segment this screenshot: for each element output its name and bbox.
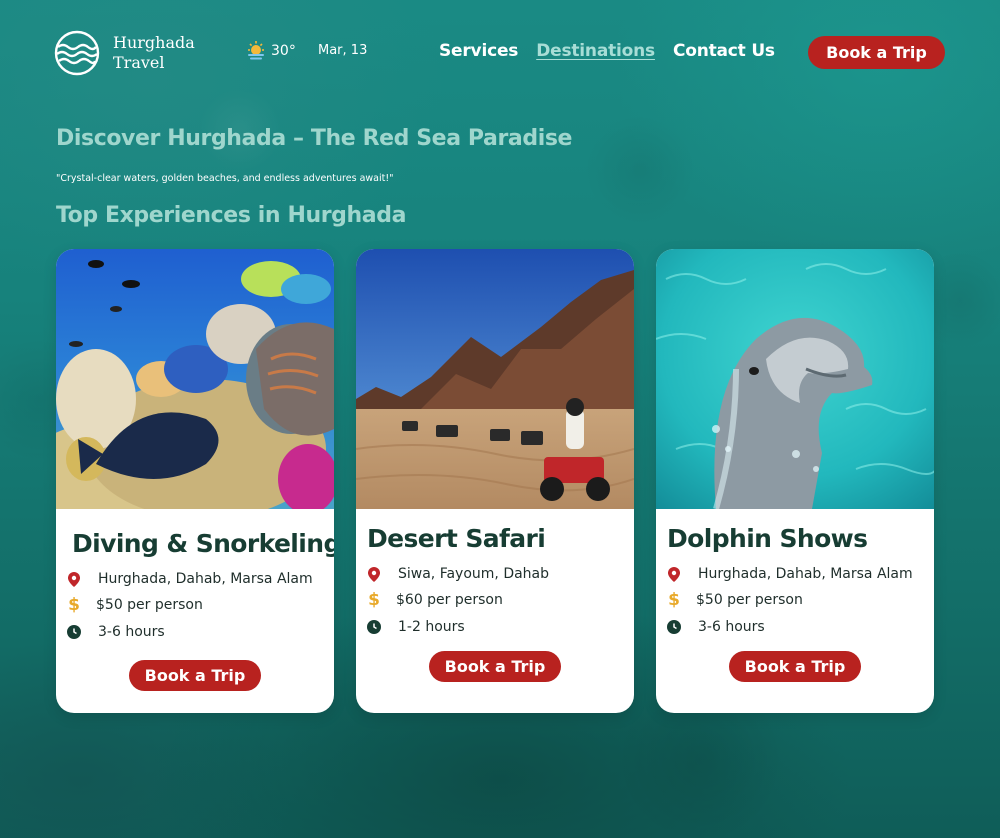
wave-logo-icon: [54, 30, 100, 76]
duration-row: 1-2 hours: [366, 619, 465, 635]
card-body: Diving & Snorkeling Hurghada, Dahab, Mar…: [56, 509, 334, 713]
nav-contact-us[interactable]: Contact Us: [673, 41, 775, 61]
book-trip-button[interactable]: Book a Trip: [729, 651, 861, 682]
site-header: Hurghada Travel 30° Mar, 13 Services Des…: [0, 0, 1000, 105]
current-date: Mar, 13: [318, 43, 368, 58]
price-row: $ $50 per person: [66, 595, 203, 615]
main-nav: Services Destinations Contact Us: [439, 41, 775, 61]
price-text: $50 per person: [96, 597, 203, 613]
nav-services[interactable]: Services: [439, 41, 518, 61]
clock-icon: [66, 624, 82, 640]
card-title: Dolphin Shows: [667, 524, 868, 553]
location-pin-icon: [366, 566, 382, 582]
clock-icon: [666, 619, 682, 635]
locations-text: Siwa, Fayoum, Dahab: [398, 566, 550, 582]
price-text: $60 per person: [396, 592, 503, 608]
dollar-icon: $: [668, 590, 680, 610]
temperature: 30°: [271, 43, 296, 59]
experience-card-desert-safari[interactable]: Desert Safari Siwa, Fayoum, Dahab $ $60 …: [356, 249, 634, 713]
brand-name: Hurghada Travel: [113, 33, 195, 73]
desert-safari-photo: [356, 249, 634, 509]
book-trip-button[interactable]: Book a Trip: [129, 660, 261, 691]
location-row: Siwa, Fayoum, Dahab: [366, 566, 549, 582]
location-pin-icon: [66, 571, 82, 587]
dolphin-photo: [656, 249, 934, 509]
location-row: Hurghada, Dahab, Marsa Alam: [66, 571, 313, 587]
card-title: Desert Safari: [367, 524, 546, 553]
duration-row: 3-6 hours: [666, 619, 765, 635]
card-title: Diving & Snorkeling: [72, 529, 334, 558]
clock-icon: [366, 619, 382, 635]
duration-text: 3-6 hours: [98, 624, 165, 640]
locations-text: Hurghada, Dahab, Marsa Alam: [698, 566, 913, 582]
card-body: Desert Safari Siwa, Fayoum, Dahab $ $60 …: [356, 509, 634, 713]
location-pin-icon: [666, 566, 682, 582]
header-book-trip-button[interactable]: Book a Trip: [808, 36, 945, 69]
price-row: $ $50 per person: [666, 590, 803, 610]
locations-text: Hurghada, Dahab, Marsa Alam: [98, 571, 313, 587]
diving-photo: [56, 249, 334, 509]
hero-title: Discover Hurghada – The Red Sea Paradise: [56, 126, 573, 151]
nav-destinations[interactable]: Destinations: [536, 41, 655, 61]
hero-subtitle: "Crystal-clear waters, golden beaches, a…: [56, 173, 394, 184]
location-row: Hurghada, Dahab, Marsa Alam: [666, 566, 913, 582]
brand-line-1: Hurghada: [113, 33, 195, 52]
duration-text: 1-2 hours: [398, 619, 465, 635]
price-text: $50 per person: [696, 592, 803, 608]
book-trip-button[interactable]: Book a Trip: [429, 651, 561, 682]
duration-row: 3-6 hours: [66, 624, 165, 640]
section-title: Top Experiences in Hurghada: [56, 203, 407, 228]
experience-card-diving[interactable]: Diving & Snorkeling Hurghada, Dahab, Mar…: [56, 249, 334, 713]
price-row: $ $60 per person: [366, 590, 503, 610]
card-body: Dolphin Shows Hurghada, Dahab, Marsa Ala…: [656, 509, 934, 713]
sun-cloud-icon: [248, 41, 264, 60]
brand-line-2: Travel: [113, 53, 165, 72]
dollar-icon: $: [368, 590, 380, 610]
weather-widget: 30°: [245, 40, 296, 62]
dollar-icon: $: [68, 595, 80, 615]
experience-card-dolphin-shows[interactable]: Dolphin Shows Hurghada, Dahab, Marsa Ala…: [656, 249, 934, 713]
duration-text: 3-6 hours: [698, 619, 765, 635]
logo[interactable]: Hurghada Travel: [54, 30, 195, 76]
